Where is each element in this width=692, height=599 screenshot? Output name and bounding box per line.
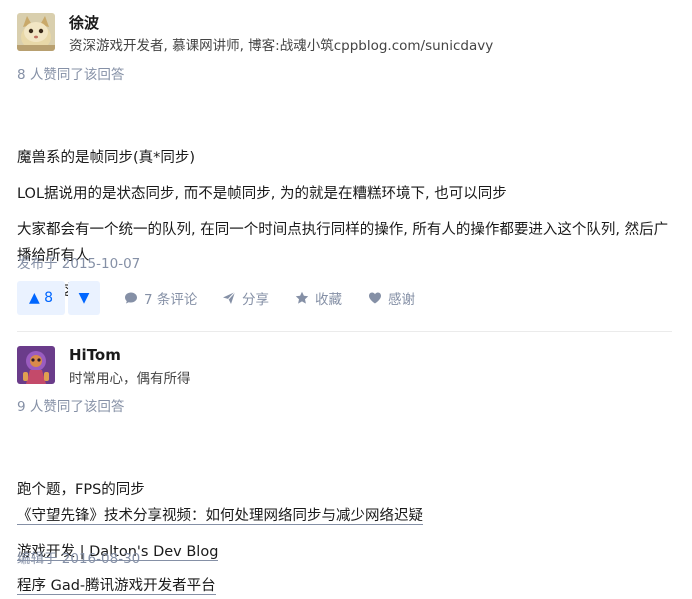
share-label: 分享 — [242, 292, 269, 308]
link-paragraph: 程序 Gad-腾讯游戏开发者平台 — [17, 573, 672, 599]
thanks-button[interactable]: 感谢 — [368, 281, 415, 315]
favorite-label: 收藏 — [315, 292, 342, 308]
edit-date[interactable]: 编辑于 2016-08-30 — [17, 547, 140, 567]
link-paragraph: 《守望先锋》技术分享视频：如何处理网络同步与减少网络迟疑 — [17, 503, 672, 529]
heart-icon — [369, 292, 381, 304]
share-icon — [223, 291, 236, 304]
author-bio: 时常用心，偶有所得 — [69, 371, 191, 387]
author-name[interactable]: 徐波 — [69, 12, 99, 33]
star-icon — [295, 291, 309, 304]
author-name[interactable]: HiTom — [69, 346, 121, 364]
paragraph: LOL据说用的是状态同步, 而不是帧同步, 为的就是在糟糕环境下, 也可以同步 — [17, 186, 507, 202]
favorite-button[interactable]: 收藏 — [295, 281, 342, 315]
answer-actions: ▲ 8 ▼ 7 条评论 分享 收藏 感谢 — [17, 281, 672, 315]
thanks-label: 感谢 — [388, 292, 415, 308]
external-link[interactable]: 《守望先锋》技术分享视频：如何处理网络同步与减少网络迟疑 — [17, 508, 423, 525]
publish-date[interactable]: 发布于 2015-10-07 — [17, 252, 140, 272]
answer-card: 徐波 资深游戏开发者, 慕课网讲师, 博客:战魂小筑cppblog.com/su… — [17, 0, 672, 315]
author-bio: 资深游戏开发者, 慕课网讲师, 博客:战魂小筑cppblog.com/sunic… — [69, 38, 494, 54]
answer-card: HiTom 时常用心，偶有所得 9 人赞同了该回答 跑个题，FPS的同步 《守望… — [17, 332, 672, 595]
upvote-button[interactable]: ▲ 8 — [17, 281, 65, 315]
vote-count-text: 8 人赞同了该回答 — [17, 67, 125, 83]
comments-button[interactable]: 7 条评论 — [124, 281, 197, 315]
paragraph: 跑个题，FPS的同步 — [17, 482, 145, 498]
paragraph: 魔兽系的是帧同步(真*同步) — [17, 150, 196, 166]
share-button[interactable]: 分享 — [222, 281, 269, 315]
downvote-button[interactable]: ▼ — [68, 281, 100, 315]
author-avatar[interactable] — [17, 13, 55, 51]
external-link[interactable]: 程序 Gad-腾讯游戏开发者平台 — [17, 578, 216, 595]
comments-label: 7 条评论 — [144, 292, 198, 308]
comment-icon — [125, 292, 137, 304]
author-info: 徐波 资深游戏开发者, 慕课网讲师, 博客:战魂小筑cppblog.com/su… — [17, 0, 672, 60]
author-avatar[interactable] — [17, 346, 55, 384]
vote-count-text: 9 人赞同了该回答 — [17, 399, 125, 415]
author-info: HiTom 时常用心，偶有所得 — [17, 332, 672, 392]
